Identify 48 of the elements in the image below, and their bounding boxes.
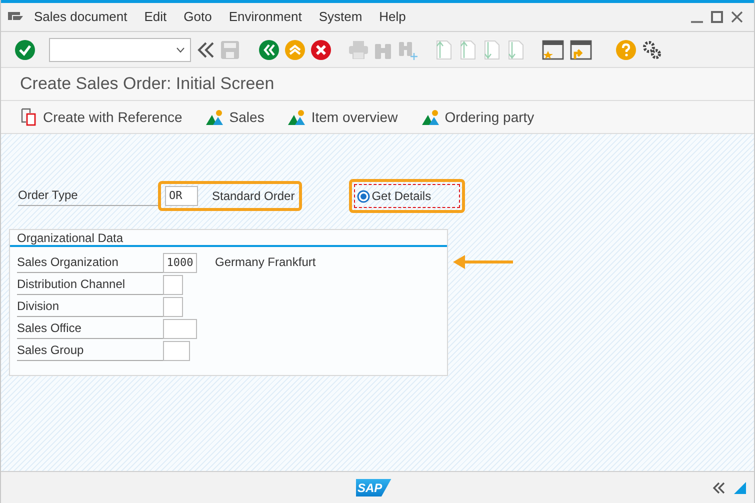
arrow-icon: [453, 255, 513, 269]
input-field[interactable]: [163, 275, 183, 295]
radio-button-icon: [356, 190, 370, 202]
toolbar-button[interactable]: Create with Reference: [20, 106, 182, 128]
page-down-icon[interactable]: [506, 40, 524, 60]
people-icon: [422, 109, 440, 125]
maximize-icon[interactable]: [711, 11, 723, 23]
print-icon[interactable]: [349, 40, 368, 58]
field-label: Order Type: [18, 186, 158, 206]
input-field[interactable]: [163, 319, 197, 339]
input-field[interactable]: 1000: [163, 253, 197, 273]
menu-icon[interactable]: [8, 12, 23, 22]
toolbar-button[interactable]: Sales: [206, 106, 264, 128]
command-field[interactable]: [49, 38, 191, 62]
group-title: Organizational Data: [17, 230, 124, 246]
toolbar-button[interactable]: Ordering party: [422, 106, 534, 128]
up-icon[interactable]: [285, 40, 305, 60]
toolbar-button[interactable]: Item overview: [288, 106, 398, 128]
input-field[interactable]: [163, 297, 183, 317]
resize-corner-icon[interactable]: [734, 482, 746, 494]
page-up-icon[interactable]: [458, 40, 476, 60]
menu-item[interactable]: Goto: [184, 7, 212, 27]
copy-document-icon: [20, 108, 38, 126]
dropdown-icon[interactable]: [176, 46, 185, 52]
menu-item[interactable]: Help: [379, 7, 406, 27]
get-details-button[interactable]: Get Details: [354, 184, 460, 208]
menu-item[interactable]: Sales document: [34, 7, 128, 27]
double-chevron-left-icon[interactable]: [197, 42, 215, 58]
close-icon[interactable]: [731, 11, 743, 23]
screen-title: Create Sales Order: Initial Screen: [20, 73, 274, 96]
field-description: Standard Order: [212, 188, 295, 205]
back-icon[interactable]: [259, 40, 279, 60]
cancel-icon[interactable]: [311, 40, 331, 60]
check-icon[interactable]: [15, 40, 35, 60]
double-chevron-left-icon[interactable]: [712, 482, 726, 494]
help-icon[interactable]: [616, 40, 636, 60]
input-field[interactable]: OR: [165, 186, 198, 206]
menu-item[interactable]: System: [318, 7, 362, 27]
people-icon: [206, 109, 224, 125]
page-up-icon[interactable]: [434, 40, 452, 60]
people-icon: [288, 109, 306, 125]
page-down-icon[interactable]: [482, 40, 500, 60]
menu-item[interactable]: Environment: [228, 7, 302, 27]
logo: SAP: [356, 478, 392, 496]
save-icon[interactable]: [221, 40, 239, 58]
input-field[interactable]: [163, 341, 190, 361]
field-description: Germany Frankfurt: [215, 254, 316, 271]
menu-item[interactable]: Edit: [144, 7, 167, 27]
